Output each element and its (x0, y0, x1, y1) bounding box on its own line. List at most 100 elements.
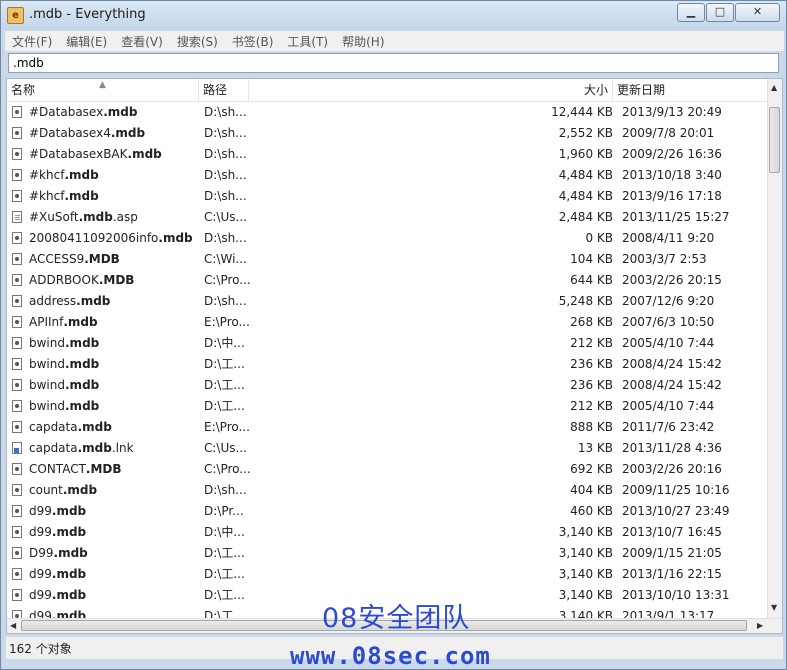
database-file-icon (12, 568, 22, 580)
maximize-button[interactable]: □ (706, 3, 734, 22)
file-name-cell: bwind.mdb (29, 396, 199, 417)
watermark-team-name: 08安全团队 (322, 603, 471, 634)
file-date-cell: 2013/9/16 17:18 (622, 189, 722, 203)
table-row[interactable]: bwind.mdb D:\工... 212 KB 2005/4/10 7:44 (7, 396, 770, 417)
file-name-suffix: .lnk (111, 441, 134, 455)
file-path-cell: D:\工... (204, 357, 245, 371)
menu-help[interactable]: 帮助(H) (335, 31, 391, 50)
file-name-text: d99 (29, 567, 52, 581)
file-date-cell: 2013/10/27 23:49 (622, 504, 730, 518)
file-path-cell: D:\sh... (204, 294, 247, 308)
table-row[interactable]: CONTACT.MDB C:\Pro... 692 KB 2003/2/26 20:1… (7, 459, 770, 480)
file-name-cell: bwind.mdb (29, 354, 199, 375)
file-path-cell: E:\Pro... (204, 315, 250, 329)
file-path-cell: D:\Pr... (204, 504, 244, 518)
title-bar[interactable]: e .mdb - Everything ▁ □ ✕ (1, 1, 786, 29)
database-file-icon (12, 589, 22, 601)
scroll-up-icon[interactable]: ▲ (771, 83, 777, 92)
column-date-header[interactable]: 更新日期 (613, 79, 770, 101)
file-name-text: D99 (29, 546, 54, 560)
table-row[interactable]: d99.mdb D:\Pr... 460 KB 2013/10/27 23:49 (7, 501, 770, 522)
file-path-cell: D:\工... (204, 588, 245, 602)
table-row[interactable]: APIInf.mdb E:\Pro... 268 KB 2007/6/3 10:50 (7, 312, 770, 333)
file-name-match: .mdb (51, 525, 87, 539)
file-date-cell: 2008/4/24 15:42 (622, 378, 722, 392)
file-size-cell: 460 KB (570, 504, 613, 518)
menu-view[interactable]: 查看(V) (114, 31, 170, 50)
file-size-cell: 5,248 KB (558, 294, 613, 308)
file-date-cell: 2003/2/26 20:15 (622, 273, 722, 287)
scroll-right-icon[interactable]: ▶ (757, 621, 763, 630)
file-name-text: ADDRBOOK (29, 273, 99, 287)
scroll-down-icon[interactable]: ▼ (771, 603, 777, 612)
menu-edit[interactable]: 编辑(E) (59, 31, 114, 50)
search-input[interactable]: .mdb (8, 53, 779, 73)
file-name-text: #khcf (29, 168, 65, 182)
database-file-icon (12, 484, 22, 496)
caption-buttons: ▁ □ ✕ (676, 3, 780, 22)
menu-file[interactable]: 文件(F) (5, 31, 59, 50)
table-row[interactable]: ADDRBOOK.MDB C:\Pro... 644 KB 2003/2/26 20:… (7, 270, 770, 291)
file-name-text: d99 (29, 504, 52, 518)
file-name-text: CONTACT (29, 462, 86, 476)
file-name-cell: APIInf.mdb (29, 312, 199, 333)
table-row[interactable]: bwind.mdb D:\工... 236 KB 2008/4/24 15:42 (7, 354, 770, 375)
table-row[interactable]: d99.mdb D:\工... 3,140 KB 2013/1/16 22:15 (7, 564, 770, 585)
file-name-text: bwind (29, 336, 65, 350)
file-size-cell: 212 KB (570, 399, 613, 413)
table-row[interactable]: #DatabasexBAK.mdb D:\sh... 1,960 KB 2009/2/… (7, 144, 770, 165)
database-file-icon (12, 106, 22, 118)
file-date-cell: 2013/11/25 15:27 (622, 210, 730, 224)
table-row[interactable]: ACCESS9.MDB C:\Wi... 104 KB 2003/3/7 2:53 (7, 249, 770, 270)
column-name-header[interactable]: 名称 ▲ (7, 79, 199, 101)
file-name-text: count (29, 483, 63, 497)
vertical-scrollbar[interactable]: ▲ ▼ (767, 79, 782, 619)
file-date-cell: 2009/7/8 20:01 (622, 126, 715, 140)
table-row[interactable]: #Databasex4.mdb D:\sh... 2,552 KB 2009/7/8 … (7, 123, 770, 144)
file-date-cell: 2008/4/24 15:42 (622, 357, 722, 371)
file-name-cell: #Databasex.mdb (29, 102, 199, 123)
file-name-text: APIInf (29, 315, 64, 329)
table-row[interactable]: #Databasex.mdb D:\sh... 12,444 KB 2013/9/13… (7, 102, 770, 123)
menu-search[interactable]: 搜索(S) (170, 31, 225, 50)
minimize-button[interactable]: ▁ (677, 3, 705, 22)
file-name-match: .mdb (63, 315, 98, 329)
file-path-cell: D:\sh... (204, 126, 247, 140)
table-row[interactable]: #khcf.mdb D:\sh... 4,484 KB 2013/9/16 17:18 (7, 186, 770, 207)
file-name-match: .mdb (77, 441, 112, 455)
table-row[interactable]: bwind.mdb D:\中... 212 KB 2005/4/10 7:44 (7, 333, 770, 354)
window-title: .mdb - Everything (29, 7, 146, 22)
database-file-icon (12, 379, 22, 391)
menu-tools[interactable]: 工具(T) (280, 31, 335, 50)
file-path-cell: C:\Us... (204, 441, 247, 455)
column-path-header[interactable]: 路径 (199, 79, 249, 101)
menu-bookmarks[interactable]: 书签(B) (225, 31, 281, 50)
close-button[interactable]: ✕ (735, 3, 780, 22)
file-name-cell: ADDRBOOK.MDB (29, 270, 199, 291)
table-row[interactable]: capdata.mdb E:\Pro... 888 KB 2011/7/6 23:42 (7, 417, 770, 438)
file-date-cell: 2005/4/10 7:44 (622, 336, 715, 350)
file-name-match: .MDB (85, 462, 122, 476)
table-row[interactable]: capdata.mdb.lnk C:\Us... 13 KB 2013/11/28 4… (7, 438, 770, 459)
file-name-cell: d99.mdb (29, 501, 199, 522)
table-row[interactable]: D99.mdb D:\工... 3,140 KB 2009/1/15 21:05 (7, 543, 770, 564)
table-row[interactable]: #khcf.mdb D:\sh... 4,484 KB 2013/10/18 3:40 (7, 165, 770, 186)
file-name-cell: 20080411092006info.mdb (29, 228, 199, 249)
file-name-match: .mdb (65, 399, 100, 413)
column-size-header[interactable]: 大小 (249, 79, 613, 101)
table-row[interactable]: count.mdb D:\sh... 404 KB 2009/11/25 10:16 (7, 480, 770, 501)
database-file-icon (12, 505, 22, 517)
scroll-left-icon[interactable]: ◀ (10, 621, 16, 630)
file-path-cell: C:\Pro... (204, 462, 251, 476)
column-path-label: 路径 (203, 83, 228, 97)
file-size-cell: 4,484 KB (558, 168, 613, 182)
table-row[interactable]: #XuSoft.mdb.asp C:\Us... 2,484 KB 2013/11/2… (7, 207, 770, 228)
table-row[interactable]: address.mdb D:\sh... 5,248 KB 2007/12/6 9:2… (7, 291, 770, 312)
file-name-match: .mdb (51, 504, 87, 518)
table-row[interactable]: 20080411092006info.mdb D:\sh... 0 KB 2008/4… (7, 228, 770, 249)
file-name-text: #Databasex (29, 105, 104, 119)
table-row[interactable]: d99.mdb D:\中... 3,140 KB 2013/10/7 16:45 (7, 522, 770, 543)
table-row[interactable]: bwind.mdb D:\工... 236 KB 2008/4/24 15:42 (7, 375, 770, 396)
column-size-label: 大小 (583, 83, 608, 97)
vertical-scroll-thumb[interactable] (769, 107, 780, 173)
